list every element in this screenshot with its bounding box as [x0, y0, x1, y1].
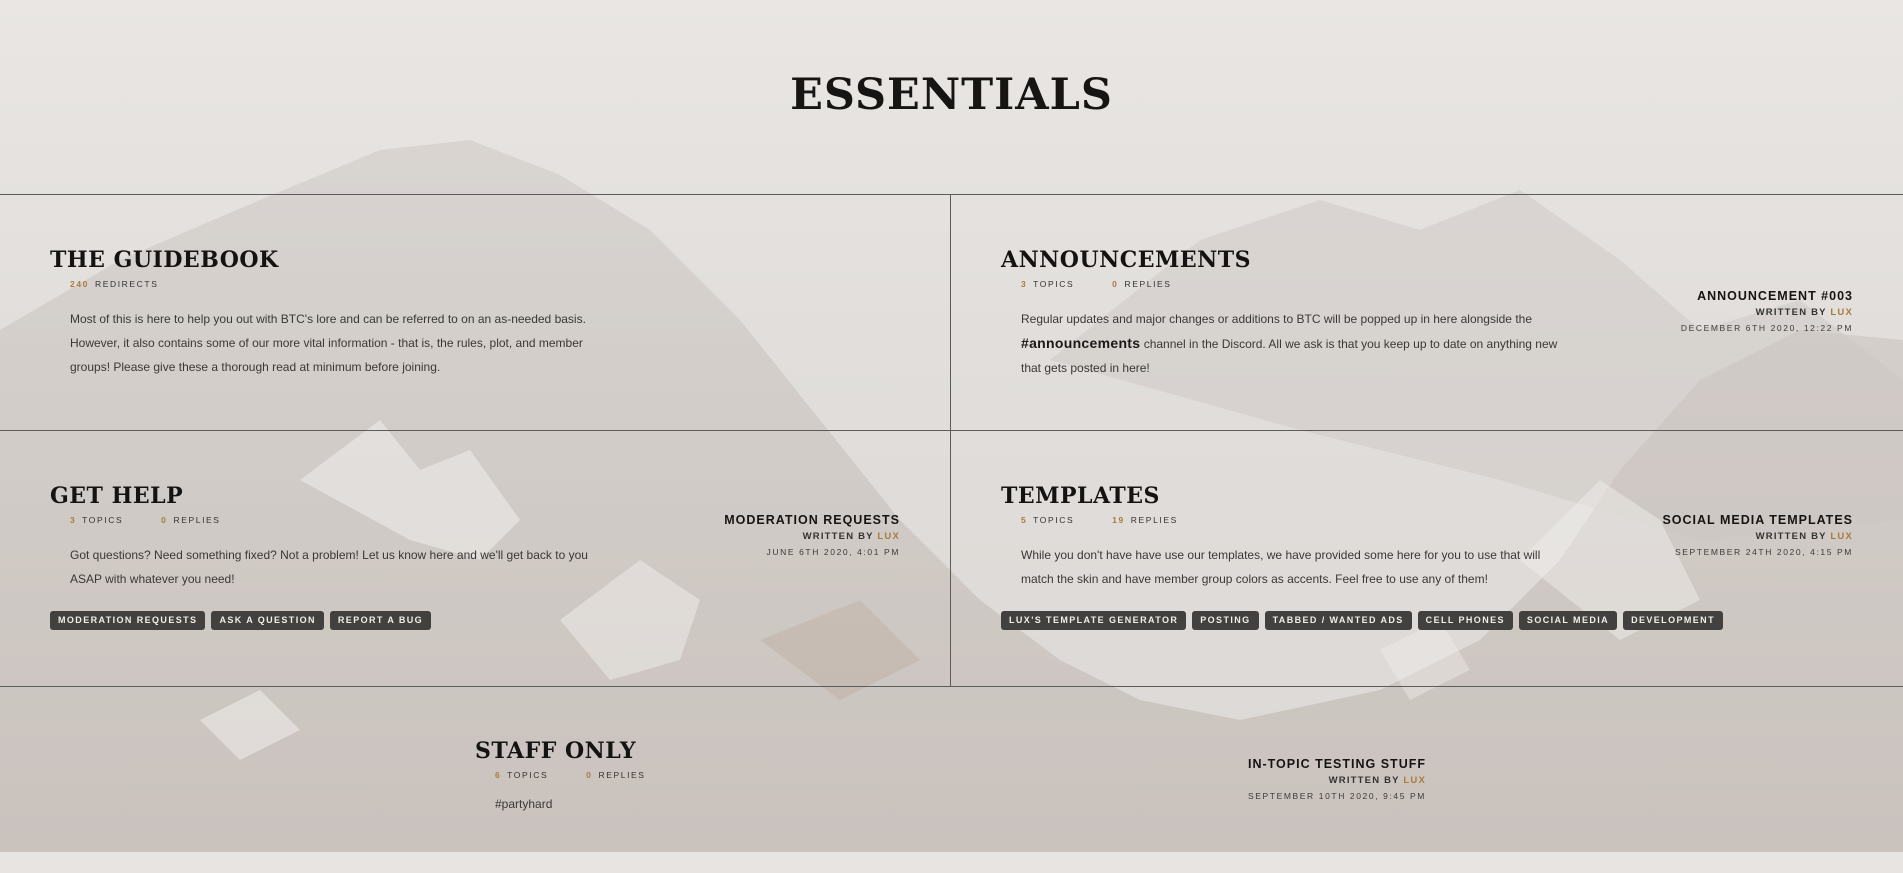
forum-staff-only: STAFF ONLY 6 TOPICS 0 REPLIES #partyhard	[475, 738, 875, 816]
reply-count: 0	[161, 515, 168, 525]
reply-label: REPLIES	[173, 515, 221, 525]
author-link[interactable]: LUX	[1830, 531, 1853, 542]
last-post-staff-only: IN-TOPIC TESTING STUFF WRITTEN BY LUX SE…	[1248, 757, 1426, 801]
last-post-author-line: WRITTEN BY LUX	[1328, 775, 1426, 786]
forum-title[interactable]: THE GUIDEBOOK	[50, 247, 610, 273]
last-post-title[interactable]: IN-TOPIC TESTING STUFF	[1248, 757, 1426, 771]
divider	[0, 686, 1903, 687]
subforum-social-media[interactable]: SOCIAL MEDIA	[1518, 611, 1618, 630]
forum-description: Most of this is here to help you out wit…	[70, 312, 586, 374]
column-divider	[950, 194, 951, 686]
forum-templates: TEMPLATES 5 TOPICS 19 REPLIES While you …	[1001, 483, 1561, 591]
author-link[interactable]: LUX	[1403, 775, 1426, 786]
reply-label: REPLIES	[1130, 515, 1178, 525]
mountain-image	[0, 140, 1903, 852]
subforum-cell-phones[interactable]: CELL PHONES	[1417, 611, 1513, 630]
discord-channel-name: #announcements	[1021, 335, 1141, 351]
last-post-title[interactable]: MODERATION REQUESTS	[724, 513, 900, 527]
forum-guidebook: THE GUIDEBOOK 240 REDIRECTS Most of this…	[50, 247, 610, 379]
forum-title[interactable]: GET HELP	[50, 483, 610, 509]
topic-label: TOPICS	[1033, 279, 1075, 289]
subforum-posting[interactable]: POSTING	[1192, 611, 1259, 630]
forum-title[interactable]: STAFF ONLY	[475, 738, 875, 764]
topic-label: TOPICS	[82, 515, 124, 525]
last-post-author-line: WRITTEN BY LUX	[1755, 531, 1853, 542]
topic-count: 6	[495, 770, 502, 780]
mountain-background	[0, 0, 1903, 852]
forum-stats: 3 TOPICS 0 REPLIES	[1021, 279, 1561, 289]
footer-strip	[0, 852, 1903, 873]
forum-title[interactable]: ANNOUNCEMENTS	[1001, 247, 1561, 273]
reply-label: REPLIES	[598, 770, 646, 780]
last-post-date: SEPTEMBER 24TH 2020, 4:15 PM	[1674, 547, 1853, 557]
reply-count: 0	[1112, 279, 1119, 289]
topic-label: TOPICS	[1033, 515, 1075, 525]
topic-label: TOPICS	[507, 770, 549, 780]
subforum-links-get-help: MODERATION REQUESTS ASK A QUESTION REPOR…	[50, 611, 432, 630]
divider	[0, 430, 1903, 431]
subforum-template-generator[interactable]: LUX'S TEMPLATE GENERATOR	[1001, 611, 1187, 630]
forum-description: Got questions? Need something fixed? Not…	[70, 548, 588, 586]
last-post-date: DECEMBER 6TH 2020, 12:22 PM	[1680, 323, 1853, 333]
subforum-report-a-bug[interactable]: REPORT A BUG	[329, 611, 432, 630]
subforum-tabbed-wanted-ads[interactable]: TABBED / WANTED ADS	[1264, 611, 1412, 630]
page-title: ESSENTIALS	[790, 70, 1113, 120]
redirect-count: 240	[70, 279, 89, 289]
last-post-get-help: MODERATION REQUESTS WRITTEN BY LUX JUNE …	[724, 513, 900, 557]
last-post-author-line: WRITTEN BY LUX	[802, 531, 900, 542]
forum-description: While you don't have have use our templa…	[1021, 548, 1541, 586]
forum-stats: 240 REDIRECTS	[70, 279, 610, 289]
last-post-templates: SOCIAL MEDIA TEMPLATES WRITTEN BY LUX SE…	[1662, 513, 1853, 557]
forum-stats: 5 TOPICS 19 REPLIES	[1021, 515, 1561, 525]
forum-title[interactable]: TEMPLATES	[1001, 483, 1561, 509]
subforum-moderation-requests[interactable]: MODERATION REQUESTS	[50, 611, 206, 630]
forum-get-help: GET HELP 3 TOPICS 0 REPLIES Got question…	[50, 483, 610, 591]
author-link[interactable]: LUX	[877, 531, 900, 542]
author-link[interactable]: LUX	[1830, 307, 1853, 318]
topic-count: 5	[1021, 515, 1028, 525]
forum-stats: 6 TOPICS 0 REPLIES	[495, 770, 875, 780]
forum-description: Regular updates and major changes or add…	[1021, 312, 1558, 375]
last-post-date: SEPTEMBER 10TH 2020, 9:45 PM	[1247, 791, 1426, 801]
forum-description: #partyhard	[495, 797, 553, 811]
divider	[0, 194, 1903, 195]
redirect-label: REDIRECTS	[94, 279, 159, 289]
last-post-date: JUNE 6TH 2020, 4:01 PM	[766, 547, 900, 557]
topic-count: 3	[70, 515, 77, 525]
subforum-ask-a-question[interactable]: ASK A QUESTION	[211, 611, 324, 630]
last-post-announcements: ANNOUNCEMENT #003 WRITTEN BY LUX DECEMBE…	[1681, 289, 1853, 333]
last-post-title[interactable]: SOCIAL MEDIA TEMPLATES	[1662, 513, 1853, 527]
subforum-links-templates: LUX'S TEMPLATE GENERATOR POSTING TABBED …	[1001, 611, 1723, 630]
last-post-title[interactable]: ANNOUNCEMENT #003	[1681, 289, 1853, 303]
last-post-author-line: WRITTEN BY LUX	[1755, 307, 1853, 318]
forum-stats: 3 TOPICS 0 REPLIES	[70, 515, 610, 525]
subforum-development[interactable]: DEVELOPMENT	[1623, 611, 1723, 630]
reply-count: 0	[586, 770, 593, 780]
topic-count: 3	[1021, 279, 1028, 289]
reply-count: 19	[1112, 515, 1125, 525]
forum-announcements: ANNOUNCEMENTS 3 TOPICS 0 REPLIES Regular…	[1001, 247, 1561, 380]
reply-label: REPLIES	[1124, 279, 1172, 289]
